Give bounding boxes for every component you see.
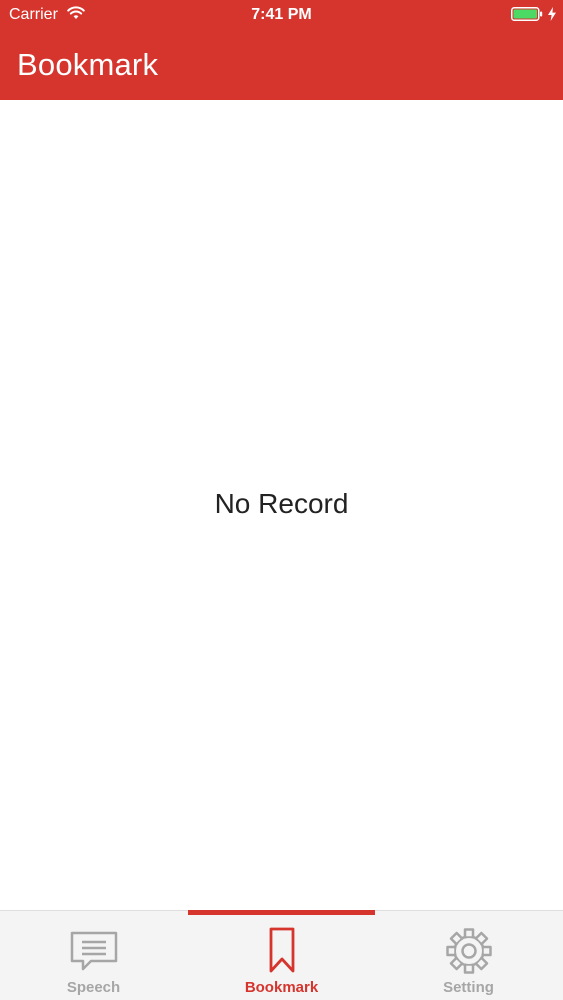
speech-bubble-icon — [70, 931, 117, 971]
battery-icon — [511, 7, 543, 21]
tab-setting[interactable]: Setting — [375, 911, 562, 1000]
charging-icon — [548, 7, 556, 21]
tab-speech[interactable]: Speech — [0, 911, 187, 1000]
tab-bookmark[interactable]: Bookmark — [188, 910, 375, 1000]
gear-icon — [445, 928, 492, 974]
app-screen: Carrier 7:41 PM Bookmark No Record Speec… — [0, 0, 563, 1000]
tab-speech-label: Speech — [66, 979, 121, 996]
empty-state-message: No Record — [214, 488, 349, 519]
bookmark-list-area: No Record — [0, 100, 563, 910]
status-time: 7:41 PM — [251, 6, 312, 23]
bookmark-icon — [269, 927, 294, 973]
tab-setting-label: Setting — [443, 979, 494, 996]
tab-bar: Speech Bookmark Setting — [0, 910, 563, 1000]
page-title: Bookmark — [17, 47, 159, 82]
tab-bookmark-label: Bookmark — [244, 979, 319, 996]
header: Carrier 7:41 PM Bookmark — [0, 0, 563, 100]
active-tab-indicator — [188, 910, 375, 915]
status-bar: Carrier 7:41 PM — [0, 0, 563, 30]
